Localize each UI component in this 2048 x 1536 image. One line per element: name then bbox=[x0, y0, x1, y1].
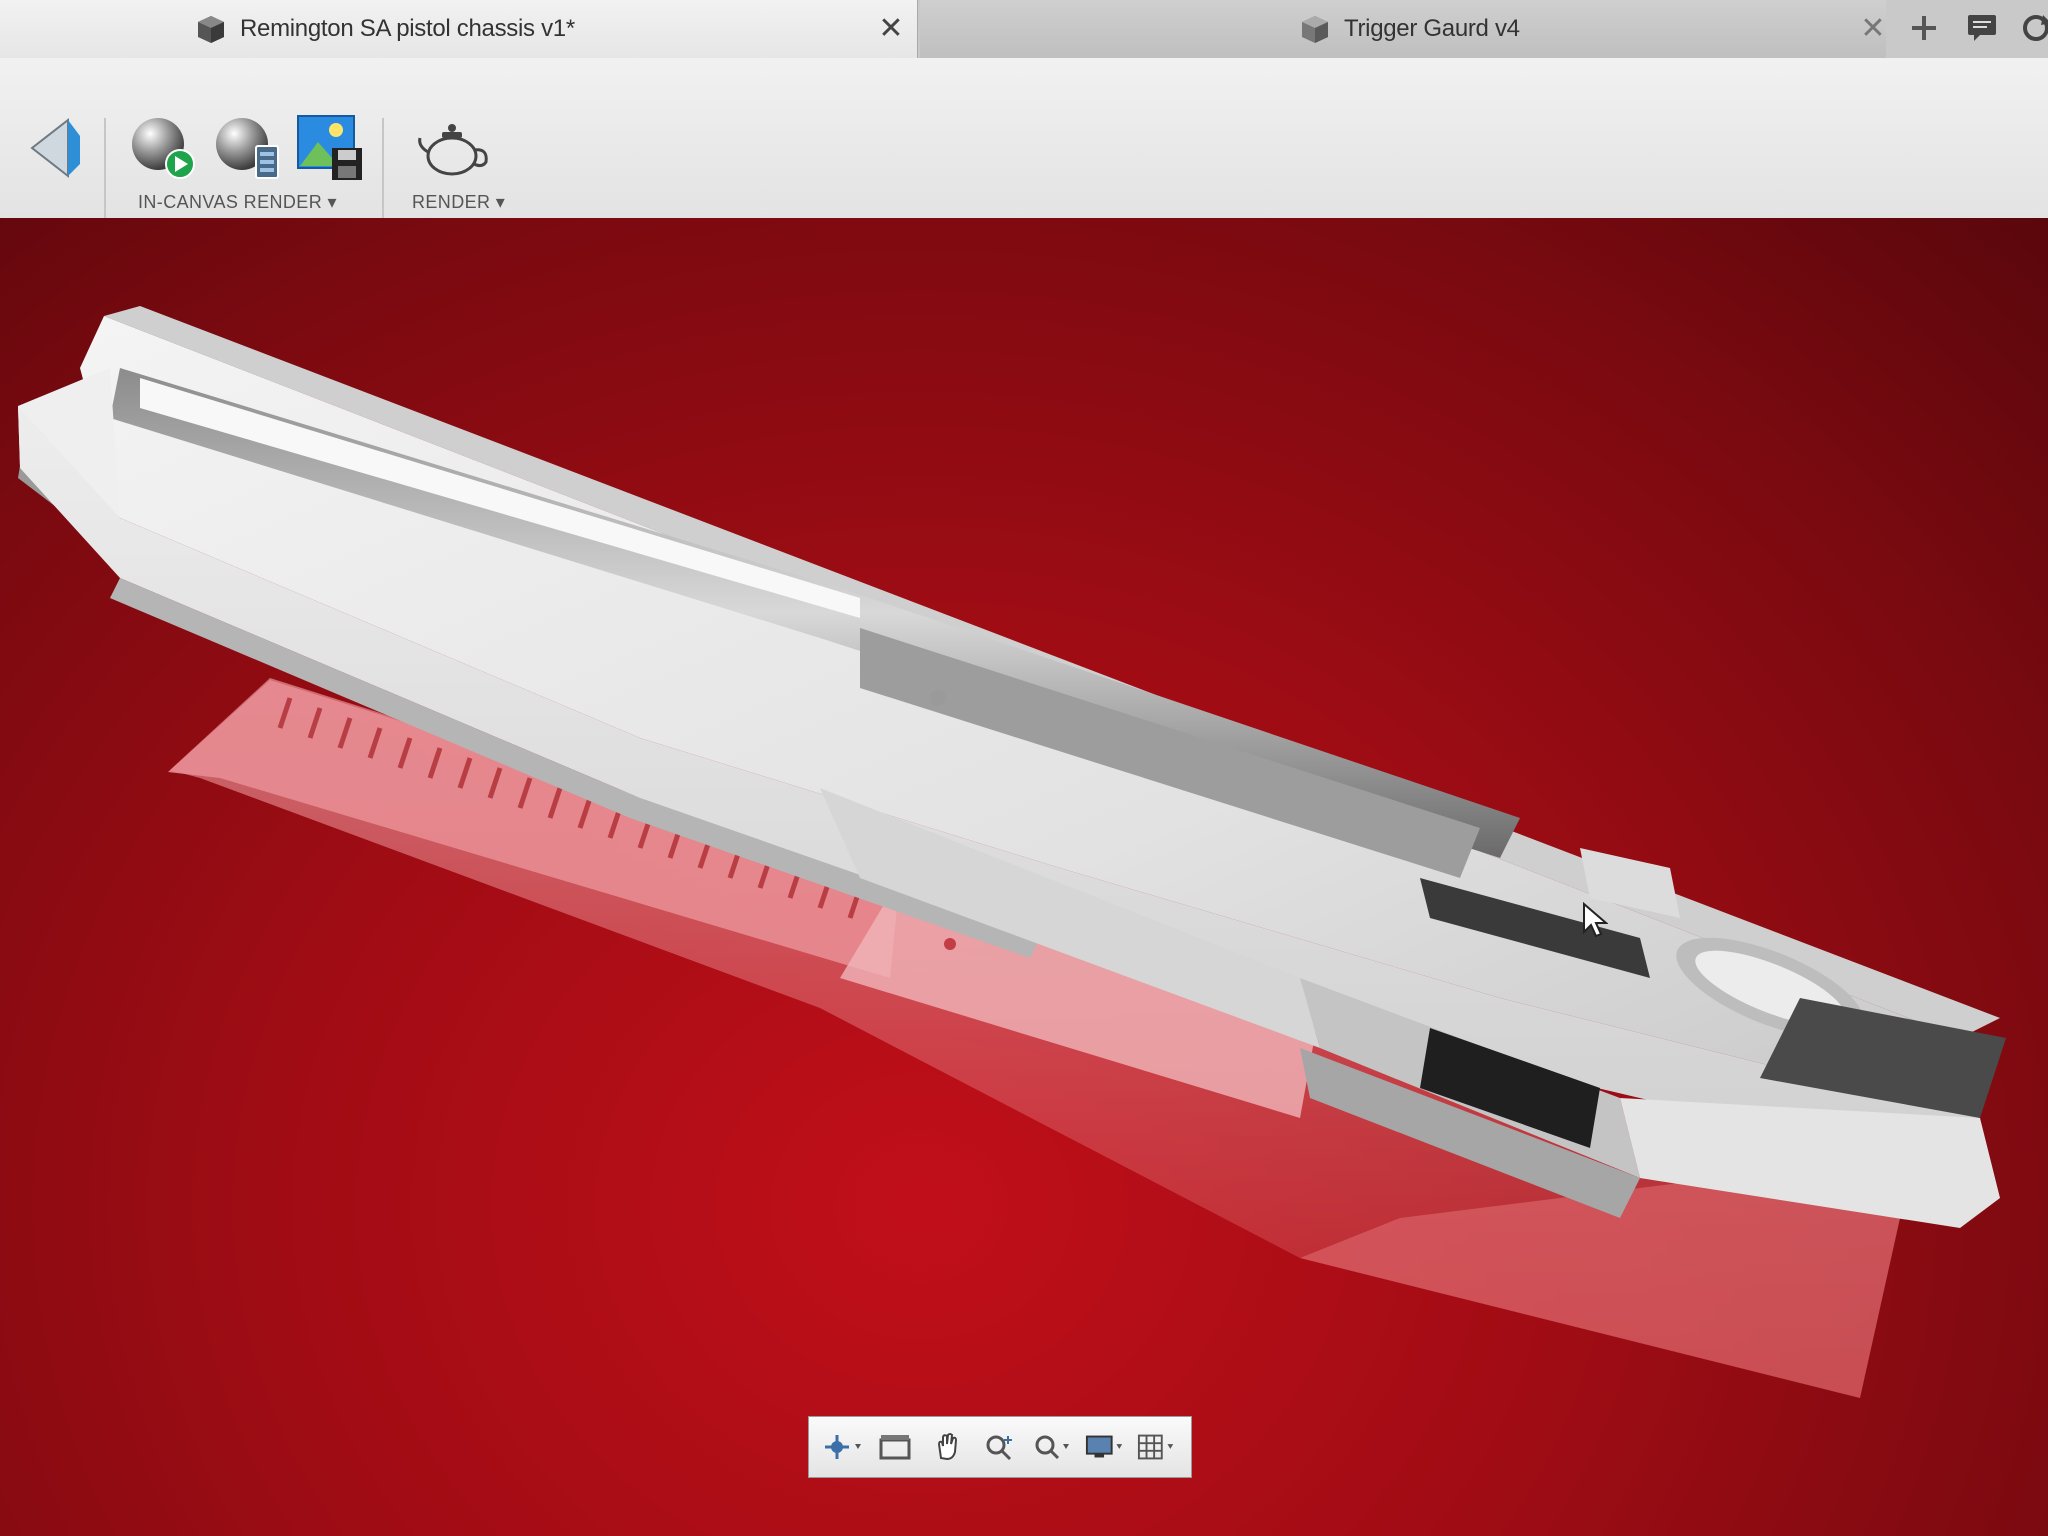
mouse-pointer-icon bbox=[1583, 902, 1608, 938]
pan-icon[interactable] bbox=[928, 1427, 968, 1467]
navigation-bar bbox=[808, 1416, 1192, 1478]
render-settings-icon[interactable] bbox=[212, 116, 284, 182]
tab-remington-chassis[interactable]: Remington SA pistol chassis v1* ✕ bbox=[0, 0, 918, 58]
close-tab-icon[interactable]: ✕ bbox=[874, 12, 908, 46]
sync-icon[interactable] bbox=[2014, 6, 2048, 50]
display-settings-icon[interactable] bbox=[1085, 1427, 1125, 1467]
document-tab-bar: Remington SA pistol chassis v1* ✕ Trigge… bbox=[0, 0, 2048, 58]
new-tab-icon[interactable] bbox=[1902, 6, 1946, 50]
document-cube-icon bbox=[198, 16, 224, 43]
look-at-icon[interactable] bbox=[875, 1427, 915, 1467]
document-cube-icon bbox=[1302, 16, 1328, 43]
orbit-icon[interactable] bbox=[823, 1427, 863, 1467]
tab-label: Trigger Gaurd v4 bbox=[1344, 15, 1520, 42]
teapot-render-icon[interactable] bbox=[416, 118, 492, 178]
capture-image-icon[interactable] bbox=[296, 114, 368, 182]
3d-viewport-canvas[interactable] bbox=[0, 218, 2048, 1536]
render-toolbar: IN-CANVAS RENDER ▾ RENDER ▾ bbox=[0, 58, 2048, 238]
fit-icon[interactable] bbox=[1032, 1427, 1072, 1467]
in-canvas-render-menu[interactable]: IN-CANVAS RENDER ▾ bbox=[138, 192, 337, 213]
zoom-icon[interactable] bbox=[980, 1427, 1020, 1467]
grid-settings-icon[interactable] bbox=[1137, 1427, 1177, 1467]
start-render-icon[interactable] bbox=[128, 116, 200, 182]
chat-icon[interactable] bbox=[1960, 6, 2004, 50]
appearance-icon[interactable] bbox=[28, 116, 84, 180]
tab-trigger-guard[interactable]: Trigger Gaurd v4 ✕ bbox=[920, 0, 1886, 58]
close-tab-icon[interactable]: ✕ bbox=[1856, 12, 1890, 46]
chassis-3d-model bbox=[18, 306, 2006, 1398]
render-menu[interactable]: RENDER ▾ bbox=[412, 192, 505, 213]
tab-label: Remington SA pistol chassis v1* bbox=[240, 15, 575, 42]
